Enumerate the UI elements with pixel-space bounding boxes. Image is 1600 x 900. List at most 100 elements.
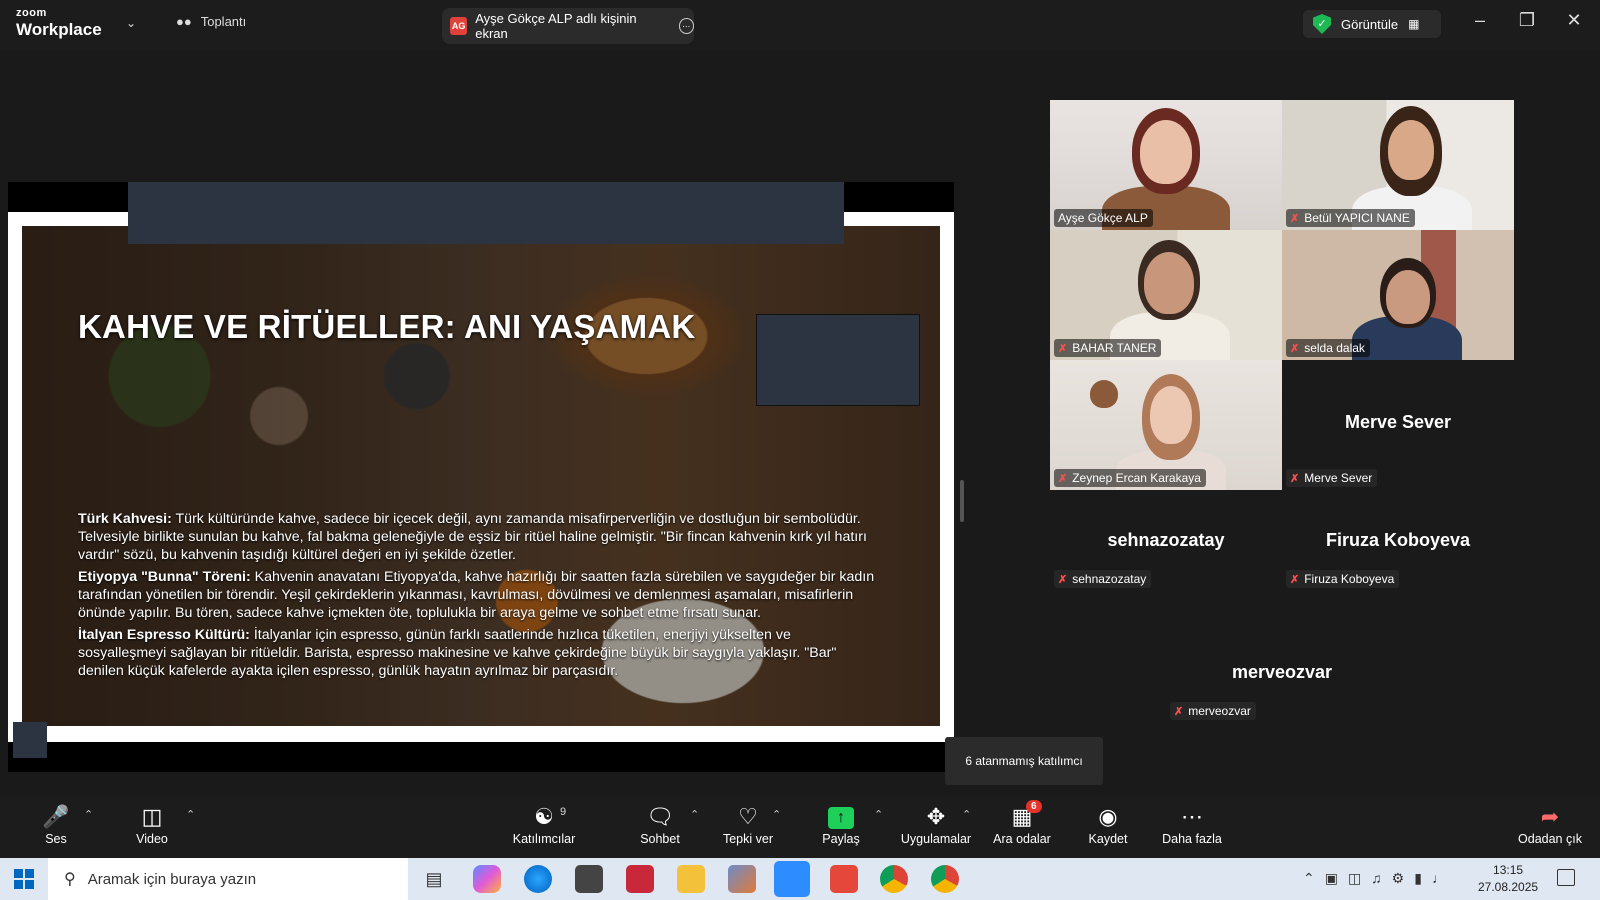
slide-paragraph-text: Türk kültüründe kahve, sadece bir içecek… xyxy=(78,511,867,563)
participant-name-tag: ✗ BAHAR TANER xyxy=(1054,339,1162,357)
mic-off-icon: ✗ xyxy=(1058,342,1068,355)
tab-screen-share[interactable]: AG Ayşe Gökçe ALP adlı kişinin ekran ⋯ xyxy=(442,8,694,44)
mic-off-icon: ✗ xyxy=(1058,472,1068,485)
mic-off-icon: 🎤 xyxy=(42,804,70,829)
windows-start-icon[interactable] xyxy=(14,869,34,889)
clock[interactable]: 13:15 27.08.2025 xyxy=(1478,862,1538,896)
mic-off-icon: ✗ xyxy=(1290,212,1300,225)
participant-name-tag: ✗ Betül YAPICI NANE xyxy=(1286,209,1415,227)
sharer-avatar: AG xyxy=(450,17,468,35)
participant-display-name: sehnazozatay xyxy=(1107,530,1225,550)
zoom-logo[interactable]: zoom Workplace xyxy=(16,8,102,39)
mic-off-icon: ✗ xyxy=(1290,573,1300,586)
video-tile[interactable]: ✗ Zeynep Ercan Karakaya xyxy=(1050,360,1282,490)
meeting-stage: KAHVE VE RİTÜELLER: ANI YAŞAMAK Türk Kah… xyxy=(0,50,1600,796)
task-view-icon[interactable]: ▤ xyxy=(420,865,448,893)
search-placeholder: Aramak için buraya yazın xyxy=(87,870,257,888)
slide-paragraph-2: Etiyopya "Bunna" Töreni: Kahvenin anavat… xyxy=(78,568,878,622)
chat-options-caret[interactable]: ⌃ xyxy=(690,808,699,821)
mic-off-icon: ✗ xyxy=(1058,573,1068,586)
participant-name: Firuza Koboyeva xyxy=(1304,572,1395,586)
app-icon[interactable] xyxy=(626,865,654,893)
share-label: Paylaş xyxy=(822,832,860,846)
close-icon[interactable]: ✕ xyxy=(1559,10,1589,31)
paint-icon[interactable] xyxy=(728,865,756,893)
chat-button[interactable]: 🗨 Sohbet xyxy=(636,804,684,846)
restore-icon[interactable]: ❐ xyxy=(1512,10,1542,31)
participant-name: Merve Sever xyxy=(1304,471,1373,485)
share-button[interactable]: ↑ Paylaş xyxy=(820,804,862,846)
video-tile[interactable]: ✗ selda dalak xyxy=(1282,230,1514,360)
person-face xyxy=(1388,120,1434,180)
video-tile[interactable]: ✗ Betül YAPICI NANE xyxy=(1282,100,1514,230)
file-explorer-icon[interactable] xyxy=(677,865,705,893)
powerpoint-icon[interactable] xyxy=(830,865,858,893)
participant-name-tag: ✗ sehnazozatay xyxy=(1054,570,1152,588)
slide-paragraph-heading: İtalyan Espresso Kültürü: xyxy=(78,627,250,643)
slide-paragraph-1: Türk Kahvesi: Türk kültüründe kahve, sad… xyxy=(78,510,878,564)
audio-label: Ses xyxy=(45,832,67,846)
breakout-rooms-button[interactable]: ▦ 6 Ara odalar xyxy=(990,800,1054,846)
video-tile[interactable]: ✗ BAHAR TANER xyxy=(1050,230,1282,360)
participant-name: sehnazozatay xyxy=(1072,572,1147,586)
chrome-profile-icon[interactable] xyxy=(931,865,959,893)
edge-icon[interactable] xyxy=(524,865,552,893)
record-label: Kaydet xyxy=(1088,832,1128,846)
participant-name-tag: Ayşe Gökçe ALP xyxy=(1054,209,1153,227)
breakout-badge: 6 xyxy=(1026,800,1042,813)
audio-options-caret[interactable]: ⌃ xyxy=(84,808,93,821)
no-video-tile[interactable]: merveozvar ✗ merveozvar xyxy=(1166,650,1398,750)
more-label: Daha fazla xyxy=(1162,832,1222,846)
slide-title: KAHVE VE RİTÜELLER: ANI YAŞAMAK xyxy=(78,308,696,345)
windows-taskbar: ⚲ Aramak için buraya yazın ▤ ⌃▣◫♫⚙▮♩ 13:… xyxy=(0,858,1600,900)
minimize-icon[interactable]: – xyxy=(1465,10,1495,31)
video-options-caret[interactable]: ⌃ xyxy=(186,808,195,821)
share-screen-icon: ↑ xyxy=(828,807,854,829)
person-face xyxy=(1150,386,1192,444)
participant-name-tag: ✗ Merve Sever xyxy=(1286,469,1378,487)
share-options-caret[interactable]: ⌃ xyxy=(874,808,883,821)
video-button[interactable]: ◫ Video xyxy=(130,804,174,846)
meeting-toolbar: 🎤 Ses ⌃ ◫ Video ⌃ ☯ 9 Katılımcılar 🗨 Soh… xyxy=(0,796,1600,858)
panel-resize-handle[interactable] xyxy=(960,480,964,522)
more-options-icon[interactable]: ⋯ xyxy=(678,18,694,34)
system-tray[interactable]: ⌃▣◫♫⚙▮♩ xyxy=(1303,870,1456,887)
participant-name-tag: ✗ Zeynep Ercan Karakaya xyxy=(1054,469,1206,487)
participant-name-tag: ✗ Firuza Koboyeva xyxy=(1286,570,1400,588)
record-button[interactable]: ◉ Kaydet xyxy=(1086,804,1130,846)
leave-room-button[interactable]: ➦ Odadan çık xyxy=(1516,804,1584,846)
slide-paragraph-heading: Etiyopya "Bunna" Töreni: xyxy=(78,569,251,585)
grid-view-icon: ▦ xyxy=(1408,17,1420,31)
chat-label: Sohbet xyxy=(640,832,680,846)
no-video-tile[interactable]: Firuza Koboyeva ✗ Firuza Koboyeva xyxy=(1282,518,1514,618)
tab-screen-share-label: Ayşe Gökçe ALP adlı kişinin ekran xyxy=(475,11,637,41)
notifications-icon[interactable] xyxy=(1557,869,1575,886)
audio-button[interactable]: 🎤 Ses xyxy=(38,804,74,846)
view-button[interactable]: ✓ Görüntüle ▦ xyxy=(1303,10,1441,38)
copilot-icon[interactable] xyxy=(473,865,501,893)
search-icon: ⚲ xyxy=(64,871,76,888)
participants-button[interactable]: ☯ 9 Katılımcılar xyxy=(508,804,580,846)
more-button[interactable]: ⋯ Daha fazla xyxy=(1160,804,1224,846)
apps-options-caret[interactable]: ⌃ xyxy=(962,808,971,821)
zoom-taskbar-icon[interactable] xyxy=(774,861,810,897)
react-button[interactable]: ♡ Tepki ver xyxy=(720,804,776,846)
chevron-down-icon[interactable]: ⌄ xyxy=(126,16,136,30)
shared-screen: KAHVE VE RİTÜELLER: ANI YAŞAMAK Türk Kah… xyxy=(8,182,954,772)
react-label: Tepki ver xyxy=(722,832,774,846)
no-video-tile[interactable]: Merve Sever ✗ Merve Sever xyxy=(1282,360,1514,490)
calculator-icon[interactable] xyxy=(575,865,603,893)
participant-name: BAHAR TANER xyxy=(1072,341,1157,355)
redaction-box xyxy=(128,182,844,244)
clock-date: 27.08.2025 xyxy=(1478,880,1539,894)
react-options-caret[interactable]: ⌃ xyxy=(772,808,781,821)
video-tile[interactable]: Ayşe Gökçe ALP xyxy=(1050,100,1282,230)
chrome-icon[interactable] xyxy=(880,865,908,893)
more-icon: ⋯ xyxy=(1181,804,1203,829)
participants-label: Katılımcılar xyxy=(512,832,576,846)
tab-meeting[interactable]: ●● Toplantı xyxy=(176,14,246,29)
no-video-tile[interactable]: sehnazozatay ✗ sehnazozatay xyxy=(1050,518,1282,618)
taskbar-search[interactable]: ⚲ Aramak için buraya yazın xyxy=(48,858,408,900)
person-face xyxy=(1144,252,1194,314)
mic-off-icon: ✗ xyxy=(1174,705,1184,718)
